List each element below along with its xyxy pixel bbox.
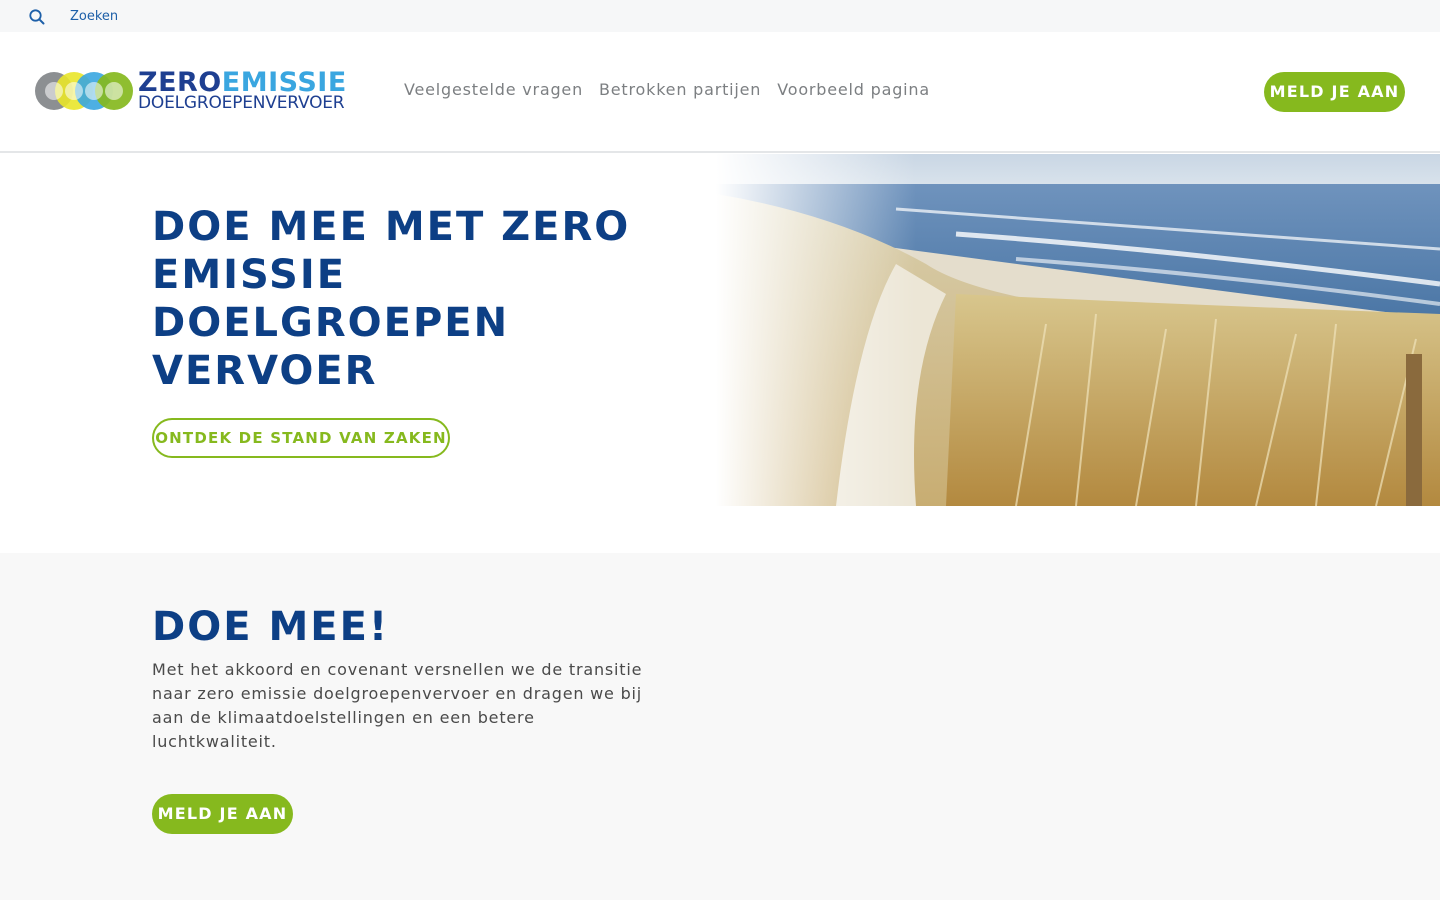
join-section-text: Met het akkoord en covenant versnellen w… <box>152 660 643 751</box>
hero-image-fade <box>716 154 916 506</box>
logo-subtitle: DOELGROEPENVERVOER <box>138 93 345 113</box>
nav-item-voorbeeld-pagina[interactable]: Voorbeeld pagina <box>777 80 930 99</box>
hero-section: DOE MEE MET ZERO EMISSIE DOELGROEPEN VER… <box>0 153 1440 553</box>
search-icon[interactable] <box>28 8 46 26</box>
site-header: ZEROEMISSIE DOELGROEPENVERVOER Veelgeste… <box>0 32 1440 153</box>
site-logo[interactable]: ZEROEMISSIE DOELGROEPENVERVOER <box>34 68 346 114</box>
nav-item-betrokken-partijen[interactable]: Betrokken partijen <box>599 80 761 99</box>
hero-title: DOE MEE MET ZERO EMISSIE DOELGROEPEN VER… <box>152 204 631 394</box>
join-section-signup-button[interactable]: MELD JE AAN <box>152 794 293 834</box>
header-signup-button[interactable]: MELD JE AAN <box>1264 72 1405 112</box>
top-search-bar: Zoeken <box>0 0 1440 32</box>
discover-status-button[interactable]: ONTDEK DE STAND VAN ZAKEN <box>152 418 450 458</box>
join-section-title: DOE MEE! <box>152 604 390 650</box>
join-section: DOE MEE! Met het akkoord en covenant ver… <box>0 553 1440 900</box>
main-navigation: Veelgestelde vragen Betrokken partijen V… <box>404 80 930 99</box>
nav-item-veelgestelde-vragen[interactable]: Veelgestelde vragen <box>404 80 583 99</box>
hero-beach-image <box>716 154 1440 506</box>
search-link[interactable]: Zoeken <box>70 9 118 24</box>
logo-rings-icon <box>35 72 133 110</box>
